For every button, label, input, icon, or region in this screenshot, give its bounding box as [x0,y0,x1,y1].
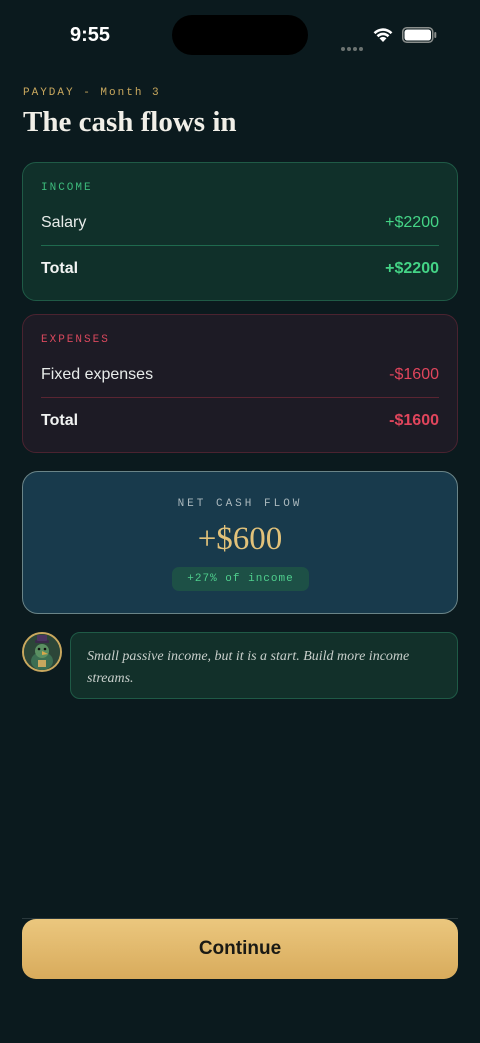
payday-eyebrow: PAYDAY - Month 3 [23,87,161,99]
page-title: The cash flows in [23,106,237,138]
advisor-message: Small passive income, but it is a start.… [87,649,410,686]
advisor-message-bubble: Small passive income, but it is a start.… [70,632,458,699]
income-row-value: +$2200 [385,214,439,231]
wifi-icon [373,28,393,42]
expenses-card: EXPENSES Fixed expenses -$1600 Total -$1… [22,314,458,453]
expenses-divider [41,397,439,398]
income-row-label: Salary [41,214,87,231]
payday-screen: 9:55 PAYDAY - Month 3 The cash flows in … [0,0,480,1043]
net-cash-flow-card: NET CASH FLOW +$600 +27% of income [22,471,458,614]
net-percent-badge: +27% of income [172,567,309,591]
continue-button[interactable]: Continue [22,919,458,979]
income-divider [41,245,439,246]
expenses-total-value: -$1600 [389,412,439,429]
expenses-total-label: Total [41,412,79,429]
net-cash-flow-value: +$600 [197,521,283,557]
status-bar: 9:55 [0,0,480,70]
status-time: 9:55 [70,24,111,46]
advisor-avatar-icon [24,634,60,670]
advisor-avatar [22,632,62,672]
net-cash-flow-label: NET CASH FLOW [177,498,303,510]
income-total-value: +$2200 [385,260,439,277]
cellular-signal-icon [341,38,365,56]
income-total-label: Total [41,260,79,277]
income-card: INCOME Salary +$2200 Total +$2200 [22,162,458,301]
battery-icon [402,27,437,43]
dynamic-island [172,15,308,55]
expense-row-value: -$1600 [389,366,439,383]
expense-row-label: Fixed expenses [41,366,154,383]
income-label: INCOME [41,182,93,194]
expenses-label: EXPENSES [41,334,110,346]
